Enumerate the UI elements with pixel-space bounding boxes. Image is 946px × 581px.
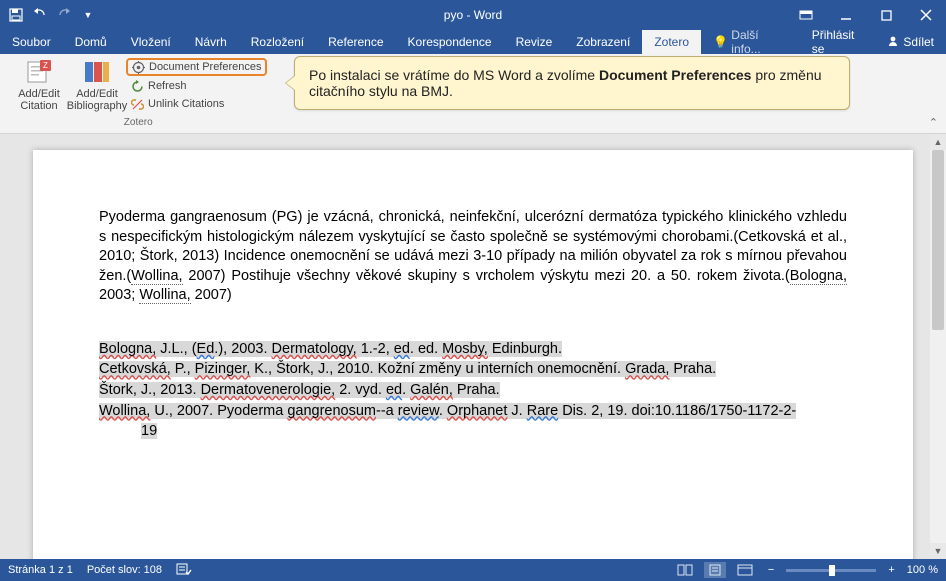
body-paragraph[interactable]: Pyoderma gangraenosum (PG) je vzácná, ch…: [99, 208, 847, 306]
save-icon[interactable]: [8, 7, 24, 23]
maximize-icon[interactable]: [866, 0, 906, 30]
bibliography-icon: [83, 58, 111, 86]
collapse-ribbon-icon[interactable]: ⌃: [929, 116, 938, 129]
document-preferences-button[interactable]: Document Preferences: [126, 58, 267, 76]
unlink-citations-button[interactable]: Unlink Citations: [126, 96, 267, 112]
scroll-thumb[interactable]: [932, 150, 944, 330]
title-bar: ▼ pyo - Word: [0, 0, 946, 30]
instruction-callout: Po instalaci se vrátíme do MS Word a zvo…: [294, 56, 850, 110]
vertical-scrollbar[interactable]: ▲ ▼: [930, 134, 946, 559]
share-button[interactable]: Sdílet: [875, 30, 946, 54]
document-area: Pyoderma gangraenosum (PG) je vzácná, ch…: [0, 134, 946, 559]
tab-references[interactable]: Reference: [316, 30, 395, 54]
page[interactable]: Pyoderma gangraenosum (PG) je vzácná, ch…: [33, 150, 913, 559]
add-edit-bibliography-button[interactable]: Add/Edit Bibliography: [68, 56, 126, 112]
read-mode-icon[interactable]: [674, 562, 696, 578]
ribbon-group-label: Zotero: [124, 117, 153, 130]
word-count[interactable]: Počet slov: 108: [87, 564, 162, 576]
redo-icon[interactable]: [56, 7, 72, 23]
document-title: pyo - Word: [444, 8, 502, 22]
close-icon[interactable]: [906, 0, 946, 30]
ribbon-display-icon[interactable]: [786, 0, 826, 30]
gear-icon: [131, 60, 145, 74]
zoom-in-icon[interactable]: +: [884, 564, 898, 576]
tab-design[interactable]: Návrh: [183, 30, 239, 54]
scroll-up-icon[interactable]: ▲: [930, 134, 946, 150]
unlink-icon: [130, 97, 144, 111]
minimize-icon[interactable]: [826, 0, 866, 30]
tab-home[interactable]: Domů: [63, 30, 119, 54]
undo-icon[interactable]: [32, 7, 48, 23]
zoom-out-icon[interactable]: −: [764, 564, 778, 576]
tab-file[interactable]: Soubor: [0, 30, 63, 54]
bulb-icon: 💡: [713, 35, 728, 49]
tab-zotero[interactable]: Zotero: [642, 30, 701, 54]
refresh-icon: [130, 79, 144, 93]
tab-review[interactable]: Revize: [504, 30, 565, 54]
signin-button[interactable]: Přihlásit se: [800, 30, 876, 54]
citation-icon: Z: [25, 58, 53, 86]
bibliography[interactable]: Bologna, J.L., (Ed.), 2003. Dermatology,…: [99, 340, 847, 442]
tab-layout[interactable]: Rozložení: [239, 30, 316, 54]
print-layout-icon[interactable]: [704, 562, 726, 578]
refresh-button[interactable]: Refresh: [126, 78, 267, 94]
qat-dropdown-icon[interactable]: ▼: [80, 7, 96, 23]
spellcheck-icon[interactable]: [176, 562, 192, 579]
ribbon-tabs: Soubor Domů Vložení Návrh Rozložení Refe…: [0, 30, 946, 54]
tell-me[interactable]: 💡 Další info...: [701, 30, 800, 54]
page-indicator[interactable]: Stránka 1 z 1: [8, 564, 73, 576]
scroll-down-icon[interactable]: ▼: [930, 543, 946, 559]
zoom-slider[interactable]: [786, 569, 876, 572]
svg-text:Z: Z: [43, 61, 48, 70]
web-layout-icon[interactable]: [734, 562, 756, 578]
zoom-level[interactable]: 100 %: [907, 564, 938, 576]
tab-view[interactable]: Zobrazení: [564, 30, 642, 54]
tab-mailings[interactable]: Korespondence: [396, 30, 504, 54]
tab-insert[interactable]: Vložení: [119, 30, 183, 54]
status-bar: Stránka 1 z 1 Počet slov: 108 − + 100 %: [0, 559, 946, 581]
share-icon: [887, 35, 899, 50]
add-edit-citation-button[interactable]: Z Add/Edit Citation: [10, 56, 68, 112]
